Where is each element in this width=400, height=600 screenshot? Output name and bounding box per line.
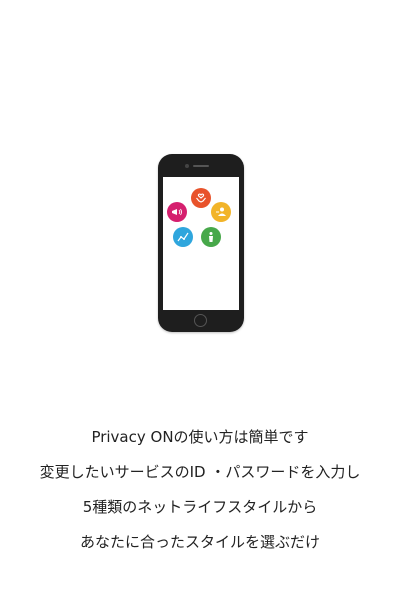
phone-illustration [158, 154, 244, 332]
person-icon [211, 202, 231, 222]
phone-camera [185, 164, 189, 168]
caption-line-2: 変更したいサービスのID ・パスワードを入力し [39, 463, 361, 481]
phone-speaker [193, 165, 209, 167]
caption-line-3: 5種類のネットライフスタイルから [82, 498, 318, 516]
caption-line-1: Privacy ONの使い方は簡単です [91, 428, 309, 446]
megaphone-icon [167, 202, 187, 222]
caption-line-4: あなたに合ったスタイルを選ぶだけ [79, 533, 320, 551]
chart-icon [173, 227, 193, 247]
figure-icon [201, 227, 221, 247]
phone-screen [163, 177, 239, 310]
phone-home-button [194, 314, 207, 327]
hands-heart-icon [191, 188, 211, 208]
